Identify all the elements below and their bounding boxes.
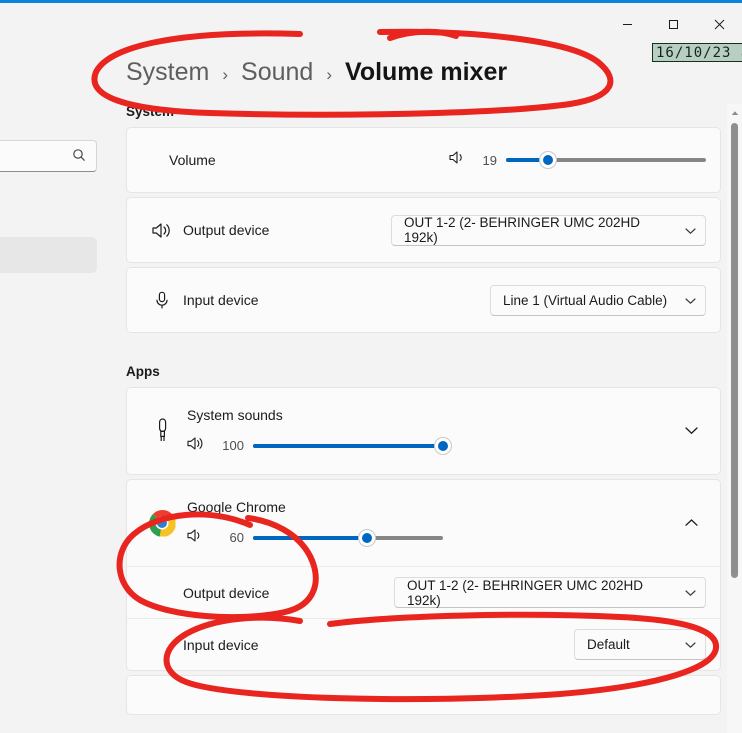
breadcrumb-separator-1: › — [222, 65, 229, 84]
output-device-value: OUT 1-2 (2- BEHRINGER UMC 202HD 192k) — [404, 215, 641, 245]
app-name-system-sounds: System sounds — [187, 406, 283, 423]
chevron-down-icon — [685, 585, 696, 600]
chevron-up-icon — [684, 514, 698, 532]
microphone-icon — [141, 291, 183, 310]
app-row-google-chrome[interactable]: Google Chrome 60 — [127, 480, 720, 566]
input-device-label: Input device — [183, 292, 259, 308]
maximize-button[interactable] — [650, 3, 696, 45]
app-volume-value-google-chrome: 60 — [229, 530, 244, 545]
app-row-system-sounds[interactable]: System sounds 100 — [127, 388, 720, 474]
breadcrumb-system[interactable]: System — [126, 58, 209, 87]
speaker-waves-icon — [187, 436, 205, 456]
chevron-down-icon — [684, 422, 698, 440]
app-volume-thumb[interactable] — [434, 436, 452, 455]
app-volume-slider-system-sounds[interactable]: 100 — [187, 436, 676, 456]
input-device-value: Line 1 (Virtual Audio Cable) — [503, 292, 668, 308]
app-volume-track-system-sounds[interactable] — [253, 436, 452, 455]
app-volume-thumb[interactable] — [358, 528, 376, 547]
settings-content: System Volume 19 Output device OUT 1-2 (… — [0, 104, 730, 733]
output-device-dropdown[interactable]: OUT 1-2 (2- BEHRINGER UMC 202HD 192k) — [391, 214, 706, 246]
close-button[interactable] — [696, 3, 742, 45]
chrome-output-device-label: Output device — [183, 584, 270, 601]
input-device-dropdown[interactable]: Line 1 (Virtual Audio Cable) — [490, 284, 706, 316]
window-controls — [604, 3, 742, 45]
minimize-button[interactable] — [604, 3, 650, 45]
chrome-input-device-dropdown[interactable]: Default — [574, 629, 706, 660]
audio-jack-icon — [141, 418, 183, 444]
app-name-google-chrome: Google Chrome — [187, 498, 286, 515]
speaker-waves-icon — [141, 222, 183, 239]
overlay-clock: 16/10/23 a — [652, 43, 742, 62]
app-volume-track-google-chrome[interactable] — [253, 528, 443, 547]
speaker-waves-icon — [187, 528, 205, 548]
row-input-device[interactable]: Input device Line 1 (Virtual Audio Cable… — [127, 268, 720, 332]
chrome-logo-icon — [141, 509, 183, 537]
section-heading-apps: Apps — [126, 364, 160, 379]
app-expander-system-sounds[interactable] — [676, 416, 706, 446]
app-volume-value-system-sounds: 100 — [222, 438, 244, 453]
chrome-output-device-value: OUT 1-2 (2- BEHRINGER UMC 202HD 192k) — [407, 577, 644, 608]
app-volume-fill — [253, 443, 443, 448]
card-app-system-sounds: System sounds 100 — [126, 387, 721, 475]
speaker-icon — [449, 150, 466, 170]
card-app-google-chrome: Google Chrome 60 Output device OUT 1-2 (… — [126, 479, 721, 671]
volume-track[interactable] — [506, 151, 706, 169]
chrome-input-device-label: Input device — [183, 636, 259, 653]
content-scrollbar[interactable] — [727, 104, 742, 733]
card-output-device: Output device OUT 1-2 (2- BEHRINGER UMC … — [126, 197, 721, 263]
scroll-up-arrow-icon[interactable] — [727, 106, 742, 120]
section-heading-system: System — [126, 104, 175, 119]
volume-label: Volume — [169, 152, 216, 168]
volume-thumb[interactable] — [539, 151, 557, 169]
app-expander-google-chrome[interactable] — [676, 508, 706, 538]
app-volume-slider-google-chrome[interactable]: 60 — [187, 528, 676, 548]
card-input-device: Input device Line 1 (Virtual Audio Cable… — [126, 267, 721, 333]
card-volume: Volume 19 — [126, 127, 721, 193]
breadcrumb-sound[interactable]: Sound — [241, 58, 313, 87]
app-row-chrome-output-device[interactable]: Output device OUT 1-2 (2- BEHRINGER UMC … — [127, 566, 720, 618]
row-volume: Volume 19 — [127, 128, 720, 192]
breadcrumb: System › Sound › Volume mixer — [126, 58, 507, 87]
breadcrumb-separator-2: › — [326, 65, 332, 84]
chevron-down-icon — [685, 637, 696, 652]
system-volume-value: 19 — [482, 152, 497, 168]
system-volume-slider[interactable]: 19 — [449, 150, 706, 170]
page-title: Volume mixer — [345, 58, 508, 86]
app-volume-fill — [253, 535, 367, 540]
chrome-output-device-dropdown[interactable]: OUT 1-2 (2- BEHRINGER UMC 202HD 192k) — [394, 577, 706, 608]
chrome-input-device-value: Default — [587, 637, 630, 652]
row-output-device[interactable]: Output device OUT 1-2 (2- BEHRINGER UMC … — [127, 198, 720, 262]
scrollbar-thumb[interactable] — [731, 123, 738, 578]
output-device-label: Output device — [183, 222, 270, 238]
chevron-down-icon — [685, 293, 696, 308]
app-row-chrome-input-device[interactable]: Input device Default — [127, 618, 720, 670]
settings-window: 16/10/23 a System › Sound › Volume mixer… — [0, 0, 742, 733]
chevron-down-icon — [685, 223, 696, 238]
card-app-next-partial — [126, 675, 721, 715]
